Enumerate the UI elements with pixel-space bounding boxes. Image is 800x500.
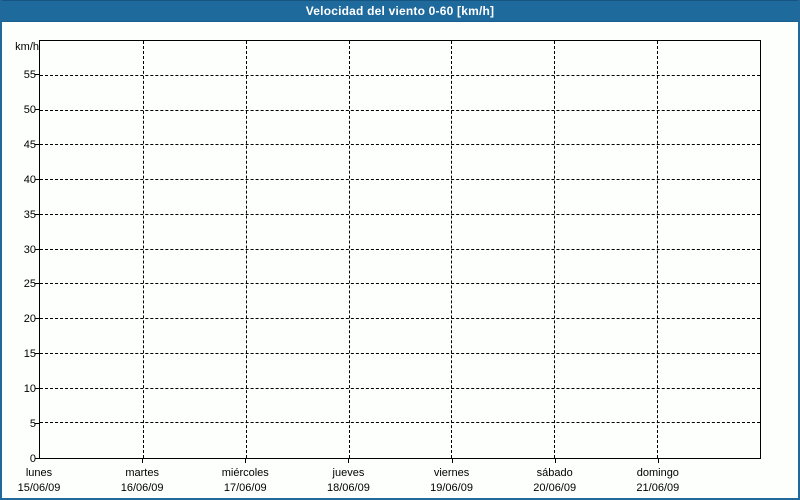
- x-label-dayname: jueves: [332, 467, 365, 479]
- y-tick-mark: [35, 108, 39, 110]
- x-label-dayname: martes: [125, 467, 159, 479]
- x-label-date: 15/06/09: [17, 482, 61, 494]
- y-tick-label: 10: [23, 383, 36, 396]
- x-label-dayname: domingo: [636, 467, 679, 479]
- x-axis-label: lunes 15/06/09: [2, 466, 91, 496]
- y-tick-label: 35: [23, 208, 36, 221]
- y-tick-mark: [35, 423, 39, 425]
- y-tick-mark: [35, 143, 39, 145]
- x-label-date: 19/06/09: [430, 482, 473, 494]
- x-axis-label: domingo 21/06/09: [606, 466, 710, 496]
- h-gridline: [40, 387, 760, 389]
- x-label-dayname: lunes: [25, 467, 53, 479]
- y-axis-unit-label: km/h: [15, 41, 39, 53]
- v-gridline: [451, 41, 453, 458]
- x-axis-label: jueves 18/06/09: [296, 466, 400, 496]
- y-tick-mark: [35, 73, 39, 75]
- y-tick-mark: [35, 213, 39, 215]
- x-label-date: 20/06/09: [533, 482, 577, 494]
- h-gridline: [40, 318, 760, 320]
- x-label-dayname: viernes: [433, 467, 470, 479]
- x-tick-mark: [142, 459, 144, 463]
- x-axis-label: miércoles 17/06/09: [193, 466, 297, 496]
- y-tick-mark: [35, 248, 39, 250]
- x-label-date: 16/06/09: [120, 482, 164, 494]
- x-label-date: 17/06/09: [223, 482, 267, 494]
- x-label-date: 18/06/09: [327, 482, 370, 494]
- h-gridline: [40, 109, 760, 111]
- v-gridline: [657, 41, 659, 458]
- x-axis-label: viernes 19/06/09: [400, 466, 504, 496]
- y-tick-mark: [35, 283, 39, 285]
- h-gridline: [40, 74, 760, 76]
- v-gridline: [142, 41, 144, 458]
- x-tick-mark: [245, 459, 247, 463]
- chart-title: Velocidad del viento 0-60 [km/h]: [305, 4, 495, 18]
- y-tick-label: 5: [29, 418, 36, 431]
- h-gridline: [40, 283, 760, 285]
- x-tick-mark: [657, 459, 659, 463]
- x-axis-label: sábado 20/06/09: [503, 466, 607, 496]
- y-tick-label: 40: [23, 173, 36, 186]
- x-label-date: 21/06/09: [636, 482, 680, 494]
- v-gridline: [348, 41, 350, 458]
- chart-plot-area: [39, 40, 761, 459]
- y-tick-label: 15: [23, 348, 36, 361]
- x-axis-label: martes 16/06/09: [90, 466, 194, 496]
- h-gridline: [40, 213, 760, 215]
- x-tick-mark: [554, 459, 556, 463]
- x-label-dayname: miércoles: [221, 467, 269, 479]
- x-label-dayname: sábado: [536, 467, 573, 479]
- h-gridline: [40, 179, 760, 181]
- x-tick-mark: [348, 459, 350, 463]
- y-tick-mark: [35, 178, 39, 180]
- y-tick-label: 45: [23, 138, 36, 151]
- h-gridline: [40, 422, 760, 424]
- h-gridline: [40, 144, 760, 146]
- y-tick-mark: [35, 458, 39, 459]
- y-tick-label: 0: [29, 453, 36, 465]
- y-tick-mark: [35, 318, 39, 320]
- y-tick-label: 20: [23, 313, 36, 326]
- y-tick-label: 55: [23, 68, 36, 81]
- h-gridline: [40, 248, 760, 250]
- x-tick-mark: [451, 459, 453, 463]
- y-tick-label: 50: [23, 103, 36, 116]
- y-tick-mark: [35, 388, 39, 390]
- v-gridline: [245, 41, 247, 458]
- y-tick-label: 25: [23, 278, 36, 291]
- y-tick-mark: [35, 353, 39, 355]
- h-gridline: [40, 352, 760, 354]
- chart-title-bar: Velocidad del viento 0-60 [km/h]: [2, 0, 798, 22]
- chart-window: Velocidad del viento 0-60 [km/h] km/h 0 5…: [0, 0, 800, 500]
- y-tick-label: 30: [23, 243, 36, 256]
- v-gridline: [554, 41, 556, 458]
